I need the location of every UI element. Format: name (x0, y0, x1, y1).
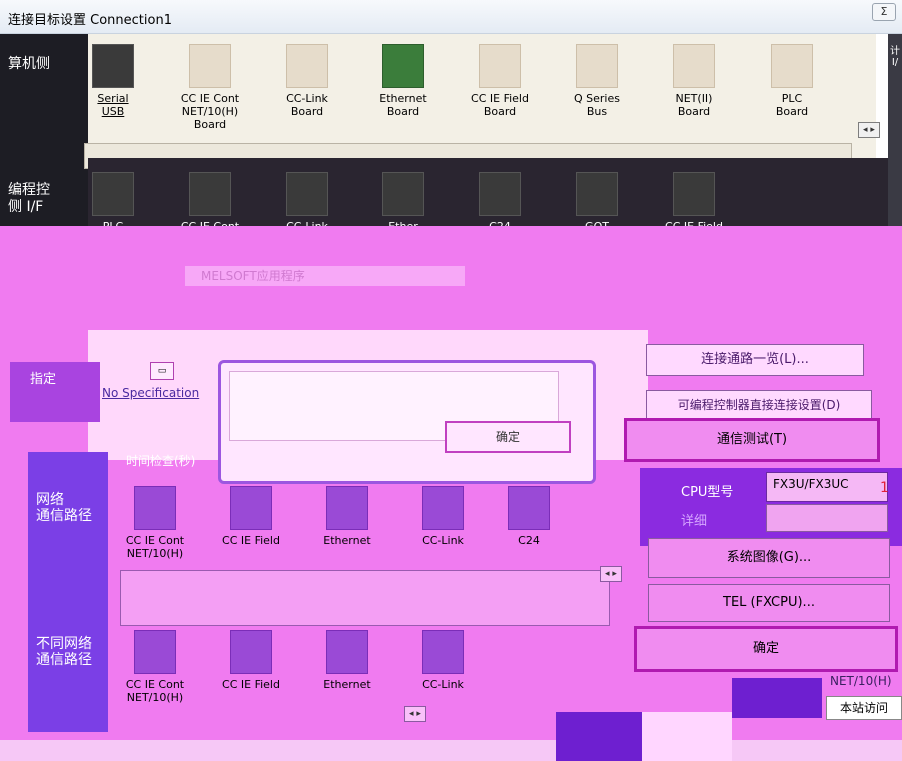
pc-interface-label-7: PLC Board (775, 92, 809, 118)
other-network-route-item-0[interactable]: CC IE Cont NET/10(H) (110, 630, 200, 704)
pc-interface-item-6[interactable]: NET(II) Board (649, 44, 739, 118)
popup-dialog: 确定 (218, 360, 596, 484)
pc-interface-icon-7 (771, 44, 813, 88)
other-network-route-label-0: CC IE Cont NET/10(H) (125, 678, 185, 704)
plc-side-label: 编程控 侧 I/F (8, 182, 50, 215)
cpu-model-label: CPU型号 (681, 485, 734, 500)
connection-route-list-button[interactable]: 连接通路一览(L)... (646, 344, 864, 376)
network-route-icon-0 (134, 486, 176, 530)
bottom-right-dark-block (732, 678, 822, 718)
plc-interface-icon-0 (92, 172, 134, 216)
tel-fxcpu-button[interactable]: TEL (FXCPU)... (648, 584, 890, 622)
pc-interface-item-1[interactable]: CC IE Cont NET/10(H) Board (165, 44, 255, 131)
network-route-label-2: Ethernet (323, 534, 371, 547)
network-route-item-3[interactable]: CC-Link (398, 486, 488, 547)
network-route-item-2[interactable]: Ethernet (302, 486, 392, 547)
plc-interface-icon-3 (382, 172, 424, 216)
pc-interface-label-4: CC IE Field Board (471, 92, 529, 118)
network-route-item-1[interactable]: CC IE Field (206, 486, 296, 547)
melsoft-app-banner: MELSOFT应用程序 (185, 266, 465, 286)
plc-interface-item-4[interactable]: C24 (455, 172, 545, 233)
network-route-icon-3 (422, 486, 464, 530)
cpu-model-value: FX3U/FX3UC (766, 472, 888, 502)
no-specification-link[interactable]: No Specification (102, 386, 199, 400)
local-station-access-button[interactable]: 本站访问 (826, 696, 902, 720)
other-network-scroll-arrows[interactable]: ◂ ▸ (404, 706, 426, 722)
plc-interface-item-5[interactable]: GOT (552, 172, 642, 233)
pc-interface-icon-1 (189, 44, 231, 88)
other-network-route-icon-0 (134, 630, 176, 674)
pc-interface-icon-3 (382, 44, 424, 88)
pc-interface-label-0: Serial USB (97, 92, 129, 118)
network-scroll-arrows[interactable]: ◂ ▸ (600, 566, 622, 582)
direct-connect-settings-button[interactable]: 可编程控制器直接连接设置(D) (646, 390, 872, 420)
bottom-dark-block (556, 712, 642, 761)
pc-interface-label-1: CC IE Cont NET/10(H) Board (180, 92, 240, 131)
pc-interface-item-2[interactable]: CC-Link Board (262, 44, 352, 118)
plc-interface-icon-2 (286, 172, 328, 216)
network-route-label-4: C24 (518, 534, 540, 547)
close-button[interactable]: Σ (872, 3, 896, 21)
pc-interface-icon-6 (673, 44, 715, 88)
pc-interface-item-3[interactable]: Ethernet Board (358, 44, 448, 118)
network-route-icon-2 (326, 486, 368, 530)
other-network-route-item-2[interactable]: Ethernet (302, 630, 392, 691)
pc-interface-label-2: CC-Link Board (286, 92, 328, 118)
pc-interface-icon-5 (576, 44, 618, 88)
pc-interface-icon-2 (286, 44, 328, 88)
other-station-icon[interactable]: ▭ (150, 362, 174, 380)
plc-interface-icon-5 (576, 172, 618, 216)
network-route-item-0[interactable]: CC IE Cont NET/10(H) (110, 486, 200, 560)
window-title: 连接目标设置 Connection1 (8, 13, 172, 28)
pc-interface-label-5: Q Series Bus (574, 92, 620, 118)
pc-interface-label-6: NET(II) Board (675, 92, 713, 118)
pc-interface-label-3: Ethernet Board (379, 92, 427, 118)
other-network-route-icon-3 (422, 630, 464, 674)
timeout-label: 时间检查(秒) (126, 454, 196, 468)
network-route-icon-1 (230, 486, 272, 530)
other-network-route-label-2: Ethernet (323, 678, 371, 691)
other-network-route-icon-1 (230, 630, 272, 674)
bottom-strip (0, 740, 902, 761)
pc-interface-icon-0 (92, 44, 134, 88)
plc-interface-icon-4 (479, 172, 521, 216)
title-bar: 连接目标设置 Connection1 Σ (0, 0, 902, 34)
dialog-ok-button[interactable]: 确定 (445, 421, 571, 453)
right-side-strip: 计 I/ (888, 34, 902, 234)
bottom-light-block (642, 712, 732, 761)
pc-interface-item-0[interactable]: Serial USB (68, 44, 158, 118)
pc-scroll-arrows[interactable]: ◂ ▸ (858, 122, 880, 138)
pc-interface-icon-4 (479, 44, 521, 88)
plc-interface-icon-6 (673, 172, 715, 216)
network-route-label-3: CC-Link (422, 534, 464, 547)
other-network-route-item-3[interactable]: CC-Link (398, 630, 488, 691)
network-route-detail-box (120, 570, 610, 626)
cpu-detail-label: 详细 (681, 514, 708, 529)
ok-button[interactable]: 确定 (634, 626, 898, 672)
network-route-label: 网络 通信路径 (36, 492, 92, 524)
pc-side-label: 算机侧 (8, 56, 50, 72)
pc-interface-item-4[interactable]: CC IE Field Board (455, 44, 545, 118)
network-route-label-0: CC IE Cont NET/10(H) (125, 534, 185, 560)
communication-test-button[interactable]: 通信测试(T) (624, 418, 880, 462)
pc-interface-item-7[interactable]: PLC Board (747, 44, 837, 118)
other-network-route-label: 不同网络 通信路径 (36, 636, 92, 668)
network-route-item-4[interactable]: C24 (484, 486, 574, 547)
other-network-route-label-3: CC-Link (422, 678, 464, 691)
network-route-label-1: CC IE Field (222, 534, 280, 547)
plc-interface-icon-1 (189, 172, 231, 216)
other-network-route-label-1: CC IE Field (222, 678, 280, 691)
system-image-button[interactable]: 系统图像(G)... (648, 538, 890, 578)
cpu-detail-field (766, 504, 888, 532)
network-route-icon-4 (508, 486, 550, 530)
designate-label: 指定 (30, 372, 57, 387)
other-network-route-icon-2 (326, 630, 368, 674)
net-bottom-right-label: NET/10(H) (830, 674, 892, 688)
pc-interface-item-5[interactable]: Q Series Bus (552, 44, 642, 118)
cpu-annotation-number: 1 (880, 480, 889, 496)
other-network-route-item-1[interactable]: CC IE Field (206, 630, 296, 691)
